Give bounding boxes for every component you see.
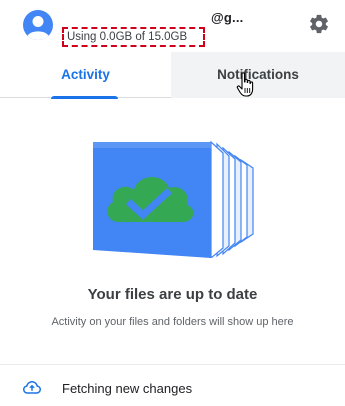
storage-usage: Using 0.0GB of 15.0GB [62,27,205,47]
folder-cloud-check-illustration [93,140,254,258]
divider [0,364,345,365]
header: @g... Using 0.0GB of 15.0GB [0,0,345,52]
account-email: @g... [211,10,244,25]
avatar[interactable] [23,10,53,40]
sync-status-row: Fetching new changes [0,366,345,406]
gear-icon [310,14,328,34]
empty-state-title: Your files are up to date [87,286,258,303]
settings-button[interactable] [308,13,330,35]
empty-state-subtitle: Activity on your files and folders will … [51,316,294,328]
cloud-sync-icon [23,380,41,394]
tab-activity[interactable]: Activity [0,52,171,99]
selected-tab-indicator [51,96,118,99]
tab-notifications-label: Notifications [217,67,299,82]
storage-usage-text: Using 0.0GB of 15.0GB [67,31,188,43]
tab-bar: Activity Notifications [0,52,345,99]
tab-activity-label: Activity [61,67,110,82]
hand-cursor-icon [236,72,254,97]
person-avatar-icon [27,16,49,40]
tab-notifications[interactable]: Notifications [171,52,345,98]
sync-status-text: Fetching new changes [62,381,193,396]
